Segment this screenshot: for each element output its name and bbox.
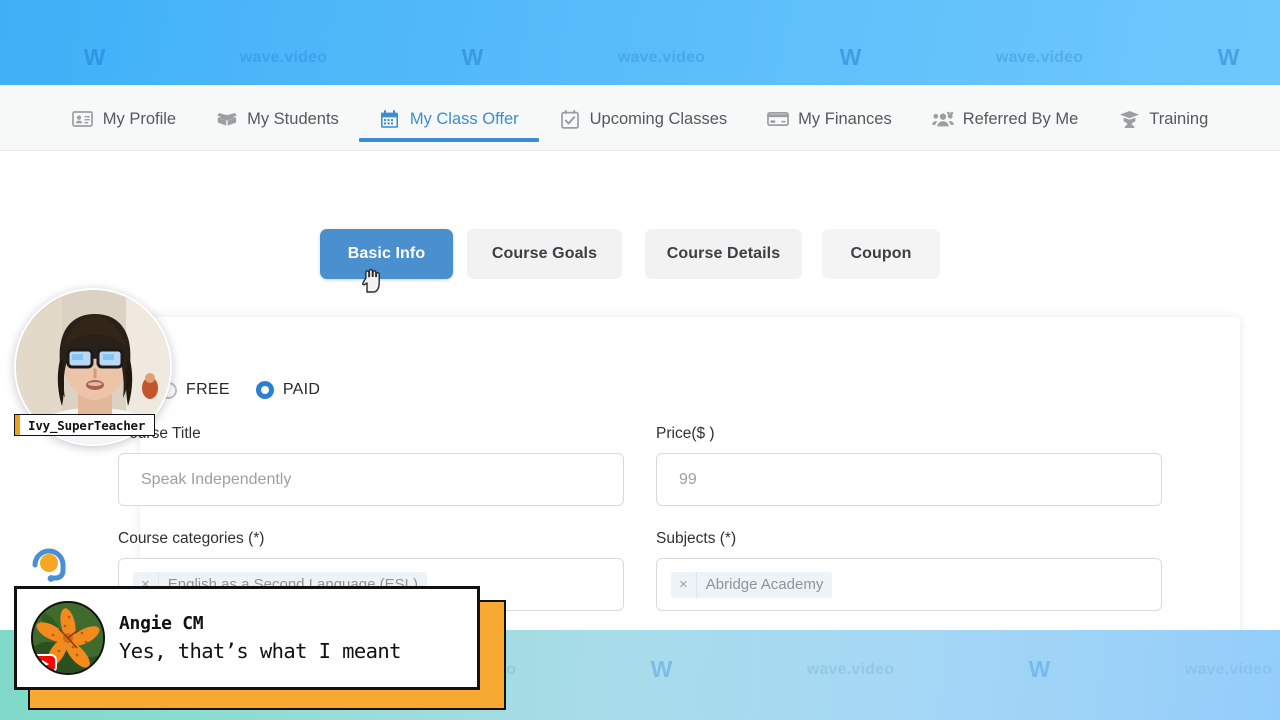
watermark-text: wave.video [617, 48, 706, 66]
comment-body: Angie CM Yes, that’s what I meant [119, 613, 401, 663]
radio-dot-paid [255, 381, 274, 399]
graduate-icon [1118, 109, 1140, 129]
watermark-logo: W [1028, 656, 1051, 682]
course-section-tabs: Basic Info Course Goals Course Details C… [320, 229, 940, 279]
watermark-text: wave.video [1184, 660, 1273, 678]
watermark-text: wave.video [995, 48, 1084, 66]
radio-label-free: FREE [186, 381, 230, 398]
comment-message: Yes, that’s what I meant [119, 639, 401, 663]
nav-label: Upcoming Classes [589, 109, 728, 128]
watermark-logo: W [1217, 44, 1240, 70]
nav-label: Referred By Me [962, 109, 1079, 128]
course-title-label: Course Title [118, 425, 201, 442]
radio-option-free[interactable]: FREE [160, 381, 230, 399]
open-box-icon [216, 109, 238, 129]
nav-label: My Class Offer [409, 109, 519, 128]
field-course-title: Course Title Speak Independently [118, 425, 624, 506]
tag-label: Abridge Academy [705, 576, 824, 593]
remove-tag-icon[interactable]: × [671, 571, 697, 598]
webcam-name-label: Ivy_SuperTeacher [14, 414, 156, 436]
nav-item-my-students[interactable]: My Students [196, 85, 359, 151]
nav-item-upcoming-classes[interactable]: Upcoming Classes [539, 85, 748, 151]
support-chat-button[interactable] [27, 541, 72, 586]
calendar-icon [379, 109, 401, 129]
commenter-avatar [31, 601, 105, 675]
page-content: Basic Info Course Goals Course Details C… [0, 151, 1280, 651]
watermark-logo: W [83, 44, 106, 70]
pointing-hand-cursor [362, 268, 380, 293]
nav-item-my-class-offer[interactable]: My Class Offer [358, 85, 539, 151]
course-categories-label: Course categories (*) [118, 530, 265, 547]
tag-chip: × Abridge Academy [671, 571, 833, 598]
nav-item-my-profile[interactable]: My Profile [52, 85, 196, 151]
nav-label: My Students [247, 109, 339, 128]
youtube-icon [33, 654, 57, 673]
name-accent-bar [15, 415, 20, 435]
pricing-type-radio-group: FREE PAID [160, 381, 320, 399]
watermark-text: wave.video [239, 48, 328, 66]
watermark-logo: W [461, 44, 484, 70]
watermark-logo: W [650, 656, 673, 682]
tab-course-goals[interactable]: Course Goals [467, 229, 622, 279]
nav-item-my-finances[interactable]: My Finances [747, 85, 912, 151]
field-price: Price($ ) 99 [656, 425, 1162, 506]
mouse-cursor [360, 268, 382, 299]
top-watermark-band: W wave.video W wave.video W wave.video W [0, 0, 1280, 85]
headset-support-icon [32, 548, 66, 582]
comment-overlay: Angie CM Yes, that’s what I meant [14, 586, 506, 710]
checklist-icon [559, 109, 581, 129]
watermark-text: wave.video [806, 660, 895, 678]
form-row-title-price: Course Title Speak Independently Price($… [118, 425, 1182, 506]
comment-author: Angie CM [119, 613, 204, 634]
subjects-label: Subjects (*) [656, 530, 737, 547]
radio-label-paid: PAID [282, 381, 321, 398]
field-subjects: Subjects (*) × Abridge Academy [656, 530, 1162, 611]
tab-coupon[interactable]: Coupon [822, 229, 940, 279]
id-card-icon [72, 109, 94, 129]
nav-item-training[interactable]: Training [1098, 85, 1228, 151]
main-navigation: My Profile My Students My Class Offer Up… [0, 85, 1280, 151]
subjects-multiselect[interactable]: × Abridge Academy [656, 558, 1162, 611]
credit-card-icon [767, 109, 790, 129]
watermark-logo: W [839, 44, 862, 70]
course-title-input[interactable]: Speak Independently [118, 453, 624, 506]
people-icon [931, 109, 954, 129]
nav-label: Training [1149, 109, 1209, 128]
nav-label: My Profile [102, 109, 177, 128]
comment-card: Angie CM Yes, that’s what I meant [14, 586, 480, 690]
tab-course-details[interactable]: Course Details [645, 229, 802, 279]
price-label: Price($ ) [656, 425, 715, 442]
tab-basic-info[interactable]: Basic Info [320, 229, 453, 279]
radio-option-paid[interactable]: PAID [255, 381, 321, 399]
nav-item-referred-by-me[interactable]: Referred By Me [912, 85, 1099, 151]
price-input[interactable]: 99 [656, 453, 1162, 506]
nav-label: My Finances [798, 109, 892, 128]
presenter-name: Ivy_SuperTeacher [28, 417, 146, 433]
